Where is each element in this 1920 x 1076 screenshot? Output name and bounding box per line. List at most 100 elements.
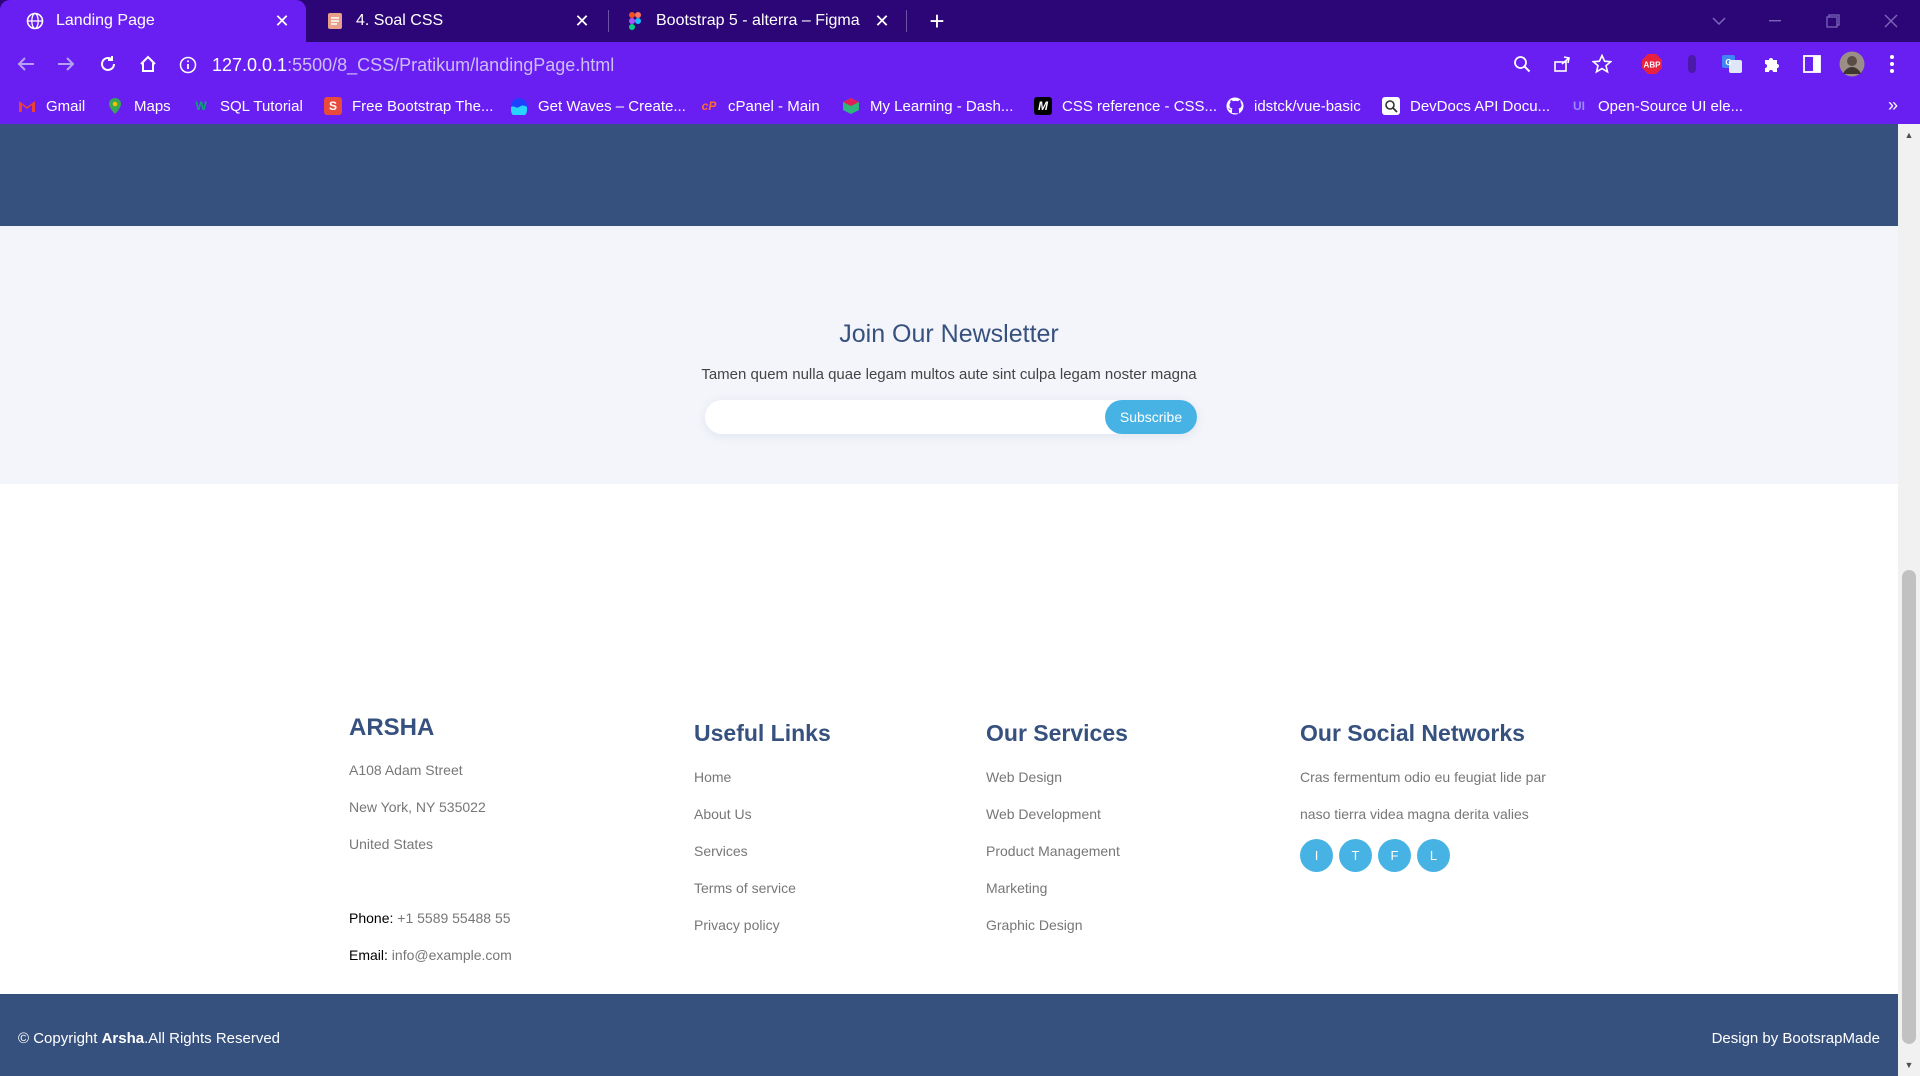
services-title: Our Services — [986, 720, 1128, 746]
linkedin-button[interactable]: L — [1417, 839, 1450, 872]
bookmark-open-source-ui[interactable]: UI Open-Source UI ele... — [1570, 95, 1743, 117]
bookmark-label: Maps — [134, 97, 171, 115]
useful-links-title: Useful Links — [694, 720, 831, 746]
social-buttons: I T F L — [1300, 839, 1546, 872]
newsletter-text: Tamen quem nulla quae legam multos aute … — [701, 366, 1197, 383]
newsletter-email-input[interactable] — [719, 404, 1099, 430]
bookmark-label: cPanel - Main — [728, 97, 820, 115]
kebab-menu-icon[interactable] — [1876, 48, 1908, 80]
footer-services-column: Our Services Web Design Web Development … — [986, 720, 1128, 944]
footer-link-about-us[interactable]: About Us — [694, 796, 831, 833]
restore-icon[interactable] — [1810, 0, 1856, 42]
extension-dark-icon[interactable] — [1676, 48, 1708, 80]
copyright-bar: © Copyright Arsha.All Rights Reserved De… — [0, 994, 1898, 1076]
bookmark-label: idstck/vue-basic — [1254, 97, 1361, 115]
tab-separator — [906, 10, 907, 32]
info-icon[interactable] — [178, 55, 198, 75]
close-icon[interactable]: ✕ — [572, 11, 592, 31]
copyright-text: © Copyright Arsha.All Rights Reserved — [18, 1030, 280, 1047]
bookmark-devdocs[interactable]: DevDocs API Docu... — [1382, 95, 1550, 117]
forward-arrow-icon[interactable] — [50, 48, 82, 80]
back-arrow-icon[interactable] — [10, 48, 42, 80]
service-link-marketing[interactable]: Marketing — [986, 870, 1128, 907]
figma-icon — [626, 12, 644, 30]
footer-brand: ARSHA — [349, 714, 435, 741]
new-tab-button[interactable]: + — [922, 6, 952, 36]
copyright-prefix: © Copyright — [18, 1030, 102, 1047]
tab-landing-page[interactable]: Landing Page ✕ — [0, 0, 306, 42]
newsletter-title: Join Our Newsletter — [839, 320, 1059, 348]
extensions-puzzle-icon[interactable] — [1756, 48, 1788, 80]
bookmark-label: Get Waves – Create... — [538, 97, 686, 115]
scroll-down-arrow-icon[interactable]: ▼ — [1904, 1060, 1914, 1070]
window-close-icon[interactable] — [1868, 0, 1914, 42]
side-panel-icon[interactable] — [1796, 48, 1828, 80]
close-icon[interactable]: ✕ — [872, 11, 892, 31]
reload-icon[interactable] — [92, 48, 124, 80]
bookmark-my-learning[interactable]: My Learning - Dash... — [842, 95, 1013, 117]
tab-soal-css[interactable]: 4. Soal CSS ✕ — [300, 0, 606, 42]
bookmark-vue-basic[interactable]: idstck/vue-basic — [1226, 95, 1361, 117]
browser-tab-strip: Landing Page ✕ 4. Soal CSS ✕ Bootstrap 5… — [0, 0, 1920, 42]
address-line: United States — [349, 836, 434, 852]
bookmark-label: DevDocs API Docu... — [1410, 97, 1551, 115]
bookmark-label: Free Bootstrap The... — [352, 97, 494, 115]
service-link-web-design[interactable]: Web Design — [986, 759, 1128, 796]
share-icon[interactable] — [1546, 48, 1578, 80]
page-scrollbar[interactable]: ▲ ▼ — [1898, 124, 1920, 1076]
footer-link-terms[interactable]: Terms of service — [694, 870, 831, 907]
bookmark-free-bootstrap[interactable]: S Free Bootstrap The... — [324, 95, 493, 117]
bookmark-label: Gmail — [46, 97, 86, 115]
bookmark-label: Open-Source UI ele... — [1598, 97, 1744, 115]
phone-line: Phone: +1 5589 55488 55 — [349, 900, 512, 937]
globe-icon — [26, 12, 44, 30]
footer-link-home[interactable]: Home — [694, 759, 831, 796]
footer-link-services[interactable]: Services — [694, 833, 831, 870]
home-icon[interactable] — [132, 48, 164, 80]
phone-value: +1 5589 55488 55 — [393, 910, 511, 926]
footer-useful-links-column: Useful Links Home About Us Services Term… — [694, 720, 831, 944]
bookmark-cpanel[interactable]: cP cPanel - Main — [700, 95, 820, 117]
tab-figma[interactable]: Bootstrap 5 - alterra – Figma ✕ — [600, 0, 906, 42]
url-host: 127.0.0.1 — [212, 54, 288, 75]
tab-search-chevron-icon[interactable] — [1696, 0, 1742, 42]
scrollbar-thumb[interactable] — [1902, 570, 1916, 1044]
adblock-icon[interactable]: ABP — [1636, 48, 1668, 80]
document-icon — [326, 12, 344, 30]
close-icon[interactable]: ✕ — [272, 11, 292, 31]
bookmark-sql-tutorial[interactable]: W SQL Tutorial — [192, 95, 303, 117]
github-icon — [1226, 97, 1244, 115]
bookmark-css-reference[interactable]: M CSS reference - CSS... — [1034, 95, 1217, 117]
minimize-icon[interactable] — [1752, 0, 1798, 42]
twitter-button[interactable]: T — [1339, 839, 1372, 872]
zoom-icon[interactable] — [1506, 48, 1538, 80]
address-line: New York, NY 535022 — [349, 799, 486, 815]
footer-link-privacy[interactable]: Privacy policy — [694, 907, 831, 944]
social-text-line: naso tierra videa magna derita valies — [1300, 806, 1529, 822]
bookmark-star-icon[interactable] — [1586, 48, 1618, 80]
subscribe-button[interactable]: Subscribe — [1105, 400, 1197, 434]
service-link-product-management[interactable]: Product Management — [986, 833, 1128, 870]
phone-label: Phone: — [349, 910, 394, 926]
bookmark-maps[interactable]: Maps — [106, 95, 171, 117]
facebook-button[interactable]: F — [1378, 839, 1411, 872]
address-bar[interactable]: 127.0.0.1:5500/8_CSS/Pratikum/landingPag… — [178, 50, 1618, 80]
scroll-up-arrow-icon[interactable]: ▲ — [1904, 130, 1914, 140]
service-link-web-development[interactable]: Web Development — [986, 796, 1128, 833]
more-bookmarks-chevron-icon[interactable]: » — [1888, 95, 1898, 116]
newsletter-section — [0, 226, 1898, 484]
service-link-graphic-design[interactable]: Graphic Design — [986, 907, 1128, 944]
footer-top: ARSHA A108 Adam Street New York, NY 5350… — [0, 484, 1898, 1002]
profile-avatar[interactable] — [1836, 48, 1868, 80]
url-path: :5500/8_CSS/Pratikum/landingPage.html — [287, 54, 615, 75]
instagram-button[interactable]: I — [1300, 839, 1333, 872]
bookmark-gmail[interactable]: Gmail — [18, 95, 85, 117]
bookmark-get-waves[interactable]: Get Waves – Create... — [510, 95, 686, 117]
browser-toolbar: 127.0.0.1:5500/8_CSS/Pratikum/landingPag… — [0, 42, 1920, 87]
page-viewport: Join Our Newsletter Tamen quem nulla qua… — [0, 124, 1898, 1076]
social-text-line: Cras fermentum odio eu feugiat lide par — [1300, 769, 1546, 785]
svg-text:G: G — [1725, 58, 1731, 67]
abp-label: ABP — [1644, 61, 1662, 70]
translate-icon[interactable]: G — [1716, 48, 1748, 80]
tab-title: Landing Page — [56, 12, 155, 29]
